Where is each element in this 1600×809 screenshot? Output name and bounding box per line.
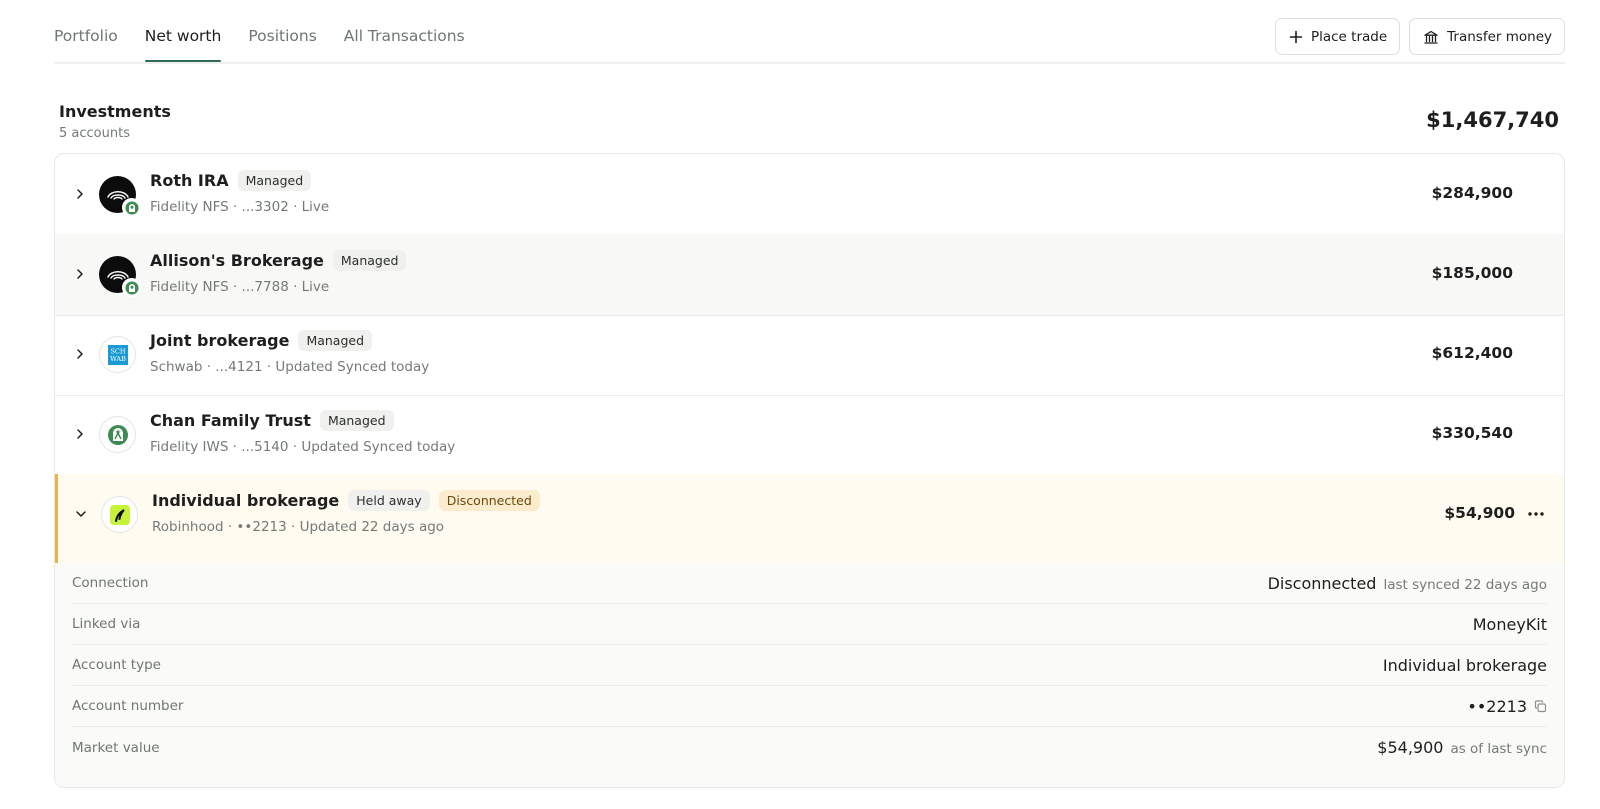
managed-badge: Managed	[298, 330, 373, 351]
tab-positions[interactable]: Positions	[248, 0, 316, 62]
account-subtitle: Robinhood · ••2213 · Updated 22 days ago	[152, 519, 445, 535]
copy-icon[interactable]	[1534, 699, 1547, 713]
account-subtitle: Fidelity IWS · ...5140 · Updated Synced …	[150, 439, 456, 455]
fidelity-badge-icon	[122, 198, 141, 217]
disconnected-badge: Disconnected	[438, 490, 540, 511]
account-name: Individual brokerage	[152, 491, 340, 510]
account-amount: $54,900	[1444, 504, 1515, 522]
managed-badge: Managed	[319, 410, 394, 431]
detail-row-market-value: Market value $54,900 as of last sync	[72, 727, 1547, 768]
account-name: Roth IRA	[150, 171, 229, 190]
top-navigation-bar: Portfolio Net worth Positions All Transa…	[54, 0, 1565, 64]
fidelity-nfs-logo	[99, 256, 141, 297]
more-options-icon[interactable]	[1522, 502, 1550, 526]
detail-label: Account number	[72, 698, 184, 714]
account-row-expanded[interactable]: Individual brokerage Held away Disconnec…	[55, 474, 1564, 564]
account-row[interactable]: SCH WAB Joint brokerage Managed Schwab ·…	[55, 314, 1564, 396]
detail-note: as of last sync	[1450, 741, 1547, 757]
account-subtitle: Schwab · ...4121 · Updated Synced today	[150, 359, 430, 375]
detail-row-account-type: Account type Individual brokerage	[72, 645, 1547, 686]
chevron-right-icon[interactable]	[69, 263, 91, 285]
account-amount: $284,900	[1431, 184, 1513, 202]
header-actions: Place trade Transfer money	[1274, 18, 1565, 55]
section-title: Investments	[59, 102, 171, 121]
detail-note: last synced 22 days ago	[1383, 576, 1547, 593]
section-total: $1,467,740	[1426, 108, 1559, 132]
account-amount: $185,000	[1431, 264, 1513, 282]
tab-bar: Portfolio Net worth Positions All Transa…	[54, 0, 492, 62]
account-details-panel: Connection Disconnected last synced 22 d…	[55, 563, 1564, 787]
managed-badge: Managed	[332, 250, 407, 271]
plus-icon	[1289, 30, 1303, 44]
account-amount: $612,400	[1431, 344, 1513, 362]
fidelity-iws-logo	[99, 416, 136, 453]
detail-label: Linked via	[72, 616, 141, 632]
detail-value: MoneyKit	[1472, 614, 1547, 634]
account-name: Allison's Brokerage	[150, 251, 324, 270]
detail-row-connection: Connection Disconnected last synced 22 d…	[72, 563, 1547, 604]
account-name: Chan Family Trust	[150, 411, 311, 430]
detail-label: Market value	[72, 739, 160, 756]
detail-value: ••2213	[1467, 696, 1527, 716]
held-away-badge: Held away	[348, 490, 430, 511]
detail-row-account-number: Account number ••2213	[72, 686, 1547, 727]
account-row[interactable]: Roth IRA Managed Fidelity NFS · ...3302 …	[55, 154, 1564, 236]
detail-row-linked-via: Linked via MoneyKit	[72, 604, 1547, 645]
chevron-right-icon[interactable]	[69, 423, 91, 445]
schwab-logo: SCH WAB	[99, 336, 136, 373]
detail-value: Individual brokerage	[1382, 655, 1547, 675]
account-subtitle: Fidelity NFS · ...3302 · Live	[150, 199, 330, 215]
account-subtitle: Fidelity NFS · ...7788 · Live	[150, 279, 330, 295]
tab-portfolio[interactable]: Portfolio	[54, 0, 118, 62]
place-trade-label: Place trade	[1310, 28, 1388, 45]
fidelity-nfs-logo	[99, 176, 141, 217]
section-account-count: 5 accounts	[59, 126, 130, 141]
account-amount: $330,540	[1431, 424, 1513, 442]
fidelity-badge-icon	[122, 278, 141, 297]
robinhood-logo	[101, 496, 138, 533]
chevron-right-icon[interactable]	[69, 183, 91, 205]
detail-label: Account type	[72, 657, 161, 673]
bank-icon	[1423, 29, 1439, 45]
managed-badge: Managed	[237, 170, 312, 191]
detail-label: Connection	[72, 575, 149, 591]
place-trade-button[interactable]: Place trade	[1274, 18, 1401, 55]
detail-value: Disconnected	[1267, 573, 1377, 593]
tab-all-transactions[interactable]: All Transactions	[344, 0, 465, 62]
transfer-money-label: Transfer money	[1447, 28, 1552, 45]
accounts-card: Roth IRA Managed Fidelity NFS · ...3302 …	[54, 153, 1565, 788]
chevron-right-icon[interactable]	[69, 343, 91, 365]
tab-net-worth[interactable]: Net worth	[144, 0, 221, 62]
account-name: Joint brokerage	[150, 331, 290, 350]
account-row[interactable]: Allison's Brokerage Managed Fidelity NFS…	[55, 234, 1564, 316]
transfer-money-button[interactable]: Transfer money	[1409, 18, 1565, 55]
chevron-down-icon[interactable]	[70, 503, 92, 525]
account-row[interactable]: Chan Family Trust Managed Fidelity IWS ·…	[55, 394, 1564, 476]
schwab-logo-text-bottom: WAB	[110, 355, 126, 363]
detail-value: $54,900	[1377, 738, 1444, 757]
